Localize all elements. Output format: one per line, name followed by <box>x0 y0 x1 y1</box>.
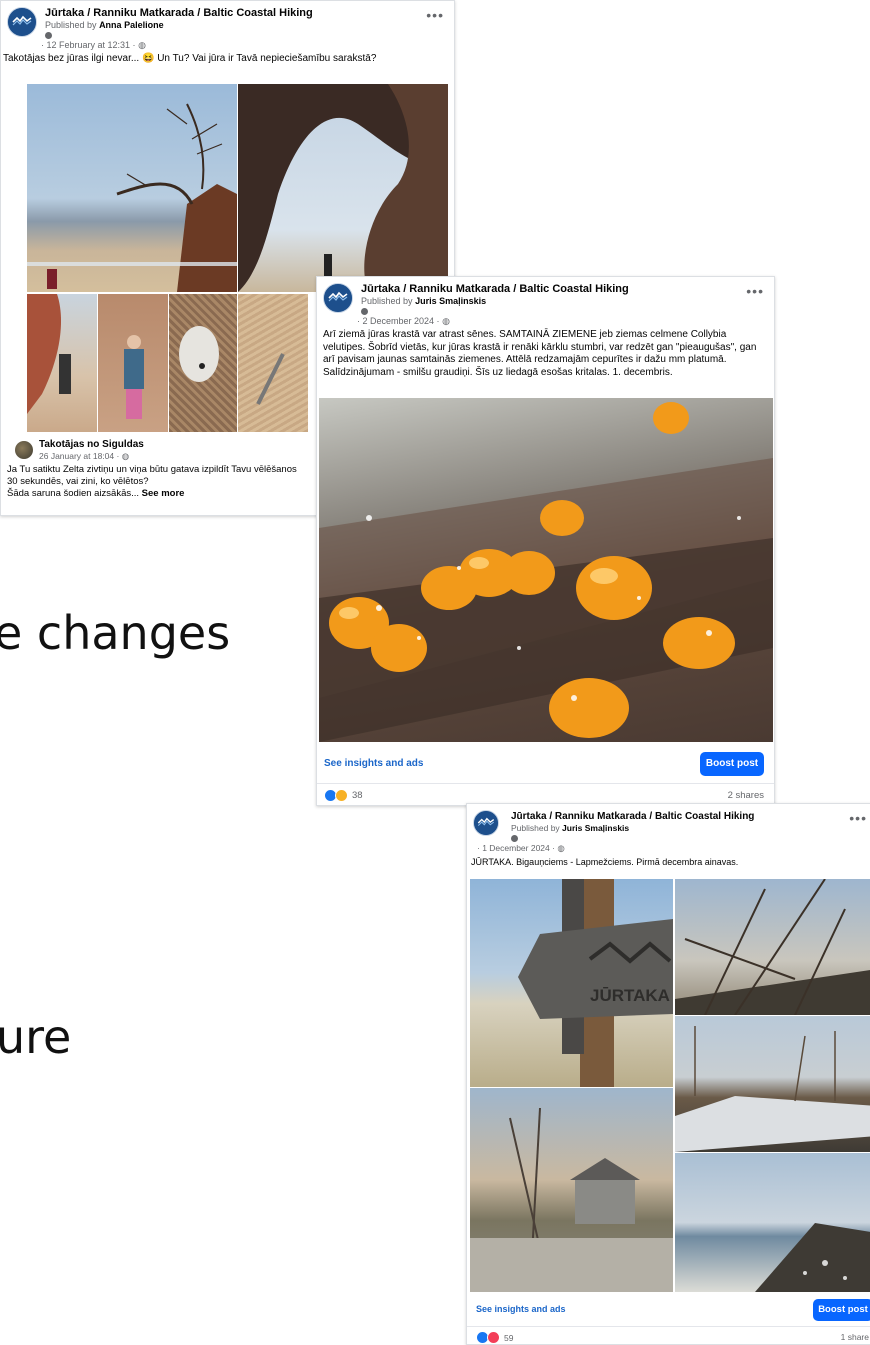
post-header: Jūrtaka / Ranniku Matkarada / Baltic Coa… <box>317 277 774 327</box>
published-prefix: Published by <box>45 20 97 30</box>
slide-text-changes: e changes <box>0 606 231 660</box>
post-photo-stone[interactable] <box>169 294 237 432</box>
post-photo-person[interactable] <box>98 294 168 432</box>
reaction-count: 38 <box>352 790 363 801</box>
shared-date[interactable]: 26 January at 18:04 · ◍ <box>39 451 129 462</box>
post-photo-rocks[interactable] <box>27 294 97 432</box>
see-more-link[interactable]: See more <box>142 488 185 499</box>
post-card-3: Jūrtaka / Ranniku Matkarada / Baltic Coa… <box>466 803 870 1345</box>
globe-icon: ◍ <box>121 451 130 461</box>
post-date[interactable]: · 1 December 2024 · ◍ <box>477 842 869 854</box>
post-date[interactable]: · 12 February at 12:31 · ◍ <box>41 39 446 51</box>
post-date-text: · 2 December 2024 · <box>357 316 440 326</box>
post-photo-sign[interactable]: JŪRTAKA <box>470 879 673 1087</box>
published-prefix: Published by <box>511 823 560 833</box>
page-name-link[interactable]: Jūrtaka / Ranniku Matkarada / Baltic Coa… <box>45 7 446 20</box>
more-options-icon[interactable]: ••• <box>849 810 867 826</box>
published-by: Published by Juris Smaļinskis <box>361 296 766 307</box>
more-options-icon[interactable]: ••• <box>746 283 764 299</box>
post-date-text: · 1 December 2024 · <box>477 843 555 853</box>
love-reaction-icon <box>487 1331 500 1344</box>
publisher-name[interactable]: Juris Smaļinskis <box>415 296 486 306</box>
post-photo-river[interactable] <box>675 1016 870 1152</box>
post-text: JŪRTAKA. Bigauņciems - Lapmežciems. Pirm… <box>471 857 739 867</box>
profile-dot-icon <box>45 32 52 39</box>
commenter-avatar[interactable] <box>15 441 33 459</box>
post-photo-sand[interactable] <box>238 294 308 432</box>
share-count[interactable]: 2 shares <box>728 790 764 801</box>
page-name-link[interactable]: Jūrtaka / Ranniku Matkarada / Baltic Coa… <box>361 283 766 296</box>
more-options-icon[interactable]: ••• <box>426 7 444 23</box>
globe-icon: ◍ <box>442 316 450 326</box>
profile-dot-icon <box>361 308 368 315</box>
post-photo-hut[interactable] <box>470 1088 673 1292</box>
post-photo-tree[interactable] <box>27 84 237 292</box>
post-header: Jūrtaka / Ranniku Matkarada / Baltic Coa… <box>467 804 870 854</box>
shared-text-end: Šāda saruna šodien aizsākās... <box>7 488 140 499</box>
publisher-name[interactable]: Juris Smaļinskis <box>562 823 629 833</box>
page-avatar[interactable] <box>323 283 353 313</box>
post-photo-arch[interactable] <box>238 84 448 292</box>
post-photo-mushrooms[interactable] <box>319 398 773 742</box>
publisher-name[interactable]: Anna Palelione <box>99 20 164 30</box>
published-by: Published by Anna Palelione <box>45 20 446 31</box>
profile-dot-icon <box>511 835 518 842</box>
reaction-count: 59 <box>504 1332 514 1343</box>
divider <box>317 783 774 784</box>
post-date-text: · 12 February at 12:31 · <box>41 40 136 50</box>
globe-icon: ◍ <box>138 40 146 50</box>
wow-reaction-icon <box>335 789 348 802</box>
page-avatar[interactable] <box>473 810 499 836</box>
boost-post-button[interactable]: Boost post <box>813 1299 870 1321</box>
post-text: Takotājas bez jūras ilgi nevar... 😆 Un T… <box>3 53 377 64</box>
divider <box>467 1326 870 1327</box>
reaction-summary[interactable]: 38 <box>324 789 363 802</box>
post-photo-branches[interactable] <box>675 879 870 1015</box>
shared-page-name[interactable]: Takotājas no Siguldas <box>39 439 144 450</box>
post-header: Jūrtaka / Ranniku Matkarada / Baltic Coa… <box>1 1 454 51</box>
reaction-summary[interactable]: 59 <box>476 1331 513 1344</box>
page-avatar[interactable] <box>7 7 37 37</box>
published-by: Published by Juris Smaļinskis <box>511 823 869 834</box>
page-name-link[interactable]: Jūrtaka / Ranniku Matkarada / Baltic Coa… <box>511 810 869 823</box>
post-date[interactable]: · 2 December 2024 · ◍ <box>357 315 766 327</box>
shared-text-line: Ja Tu satiktu Zelta zivtiņu un viņa būtu… <box>7 464 297 475</box>
shared-text-line: 30 sekundēs, vai zini, ko vēlētos? <box>7 476 149 487</box>
see-insights-link[interactable]: See insights and ads <box>324 758 423 769</box>
slide-text-ure: ure <box>0 1010 72 1064</box>
sign-text: JŪRTAKA <box>590 986 670 1005</box>
shared-date-text: 26 January at 18:04 · <box>39 451 120 461</box>
post-photo-shore[interactable] <box>675 1153 870 1292</box>
shared-text-line: Šāda saruna šodien aizsākās... See more <box>7 488 327 500</box>
globe-icon: ◍ <box>557 843 565 853</box>
post-card-2: Jūrtaka / Ranniku Matkarada / Baltic Coa… <box>316 276 775 806</box>
see-insights-link[interactable]: See insights and ads <box>476 1304 566 1314</box>
shared-text: Ja Tu satiktu Zelta zivtiņu un viņa būtu… <box>7 464 327 500</box>
published-prefix: Published by <box>361 296 413 306</box>
post-text: Arī ziemā jūras krastā var atrast sēnes.… <box>323 329 757 378</box>
boost-post-button[interactable]: Boost post <box>700 752 764 776</box>
